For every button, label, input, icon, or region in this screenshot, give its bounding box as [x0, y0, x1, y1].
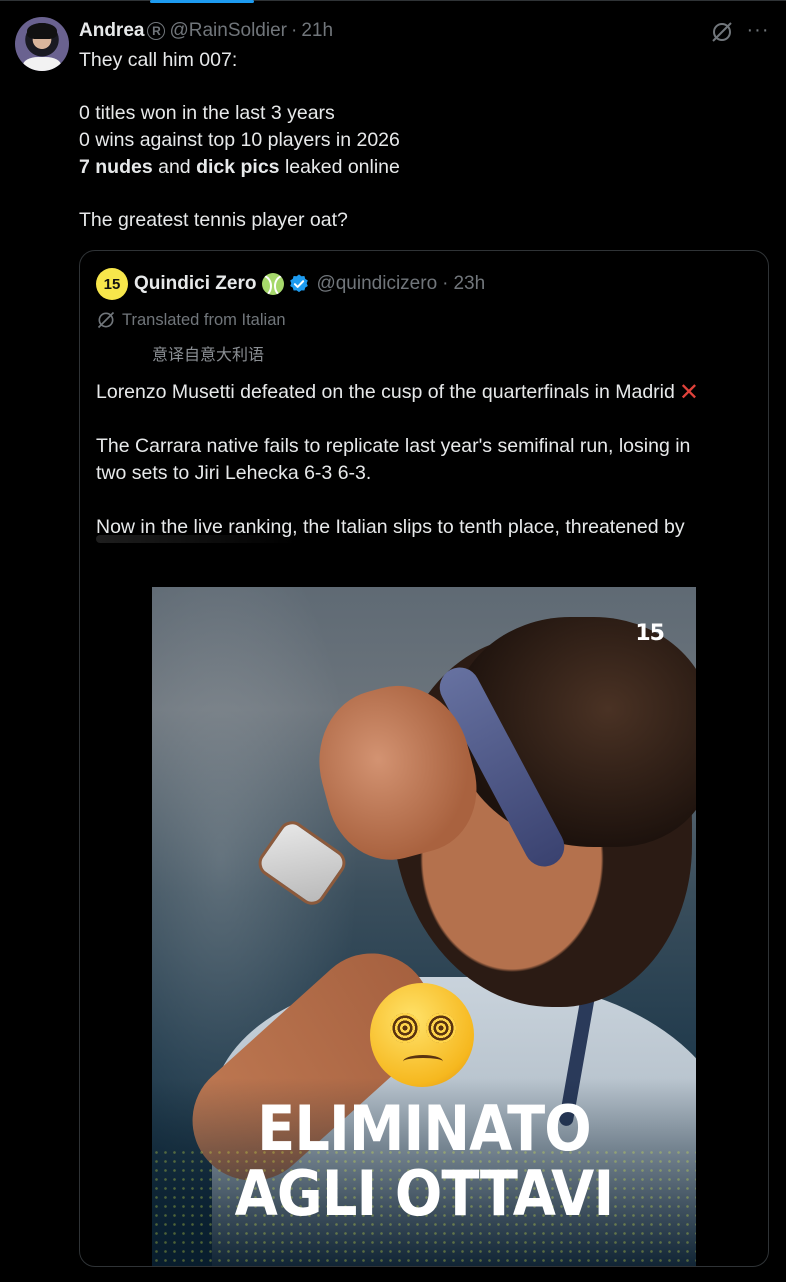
- quoted-line: Lorenzo Musetti defeated on the cusp of …: [96, 379, 756, 407]
- quoted-line: two sets to Jiri Lehecka 6-3 6-3.: [96, 462, 372, 485]
- chinese-translation-text: 意译自意大利语: [152, 345, 265, 364]
- quoted-post-header: 15 Quindici Zero @quindicizero · 23h: [96, 268, 485, 300]
- image-headline-line2: AGLI OTTAVI: [234, 1157, 615, 1230]
- grok-translate-icon: [97, 311, 115, 329]
- more-options-icon[interactable]: ···: [746, 20, 770, 44]
- quindici-zero-logo[interactable]: 15: [96, 268, 128, 300]
- top-divider: [0, 0, 786, 1]
- post-line: 0 wins against top 10 players in 2026: [79, 129, 400, 152]
- avatar[interactable]: [15, 17, 69, 71]
- image-headline-line1: ELIMINATO: [257, 1092, 592, 1165]
- quoted-line-text: Lorenzo Musetti defeated on the cusp of …: [96, 381, 675, 403]
- post-timestamp[interactable]: 21h: [301, 20, 333, 42]
- dizzy-face-emoji-icon: [370, 983, 474, 1087]
- bold-text: 7 nudes: [79, 155, 153, 178]
- quoted-post-image[interactable]: 15 ELIMINATO AGLI OTTAVI: [152, 587, 696, 1266]
- author-handle[interactable]: @RainSoldier: [169, 20, 287, 42]
- emoji-spiral-eye: [426, 1013, 456, 1043]
- quoted-author-handle[interactable]: @quindicizero: [316, 273, 437, 295]
- avatar-shirt: [23, 57, 61, 71]
- translated-text: Translated from Italian: [122, 310, 286, 329]
- avatar-hair: [27, 23, 57, 39]
- quoted-timestamp[interactable]: 23h: [453, 273, 485, 295]
- post-line: 7 nudes and dick pics leaked online: [79, 154, 759, 181]
- post-line: The greatest tennis player oat?: [79, 209, 348, 232]
- emoji-spiral-eye: [390, 1013, 420, 1043]
- plain-text: leaked online: [279, 155, 400, 178]
- quoted-author-name[interactable]: Quindici Zero: [134, 273, 256, 295]
- post-line: They call him 007:: [79, 49, 238, 71]
- registered-badge-icon: R: [147, 22, 166, 40]
- quoted-post-card[interactable]: 15 Quindici Zero @quindicizero · 23h Tra…: [79, 250, 769, 1267]
- quoted-post-text: Lorenzo Musetti defeated on the cusp of …: [96, 379, 756, 540]
- separator-dot: ·: [442, 273, 449, 294]
- post-line: 0 titles won in the last 3 years: [79, 102, 335, 125]
- translated-label[interactable]: Translated from Italian: [96, 310, 286, 330]
- tennis-ball-icon: [262, 273, 285, 295]
- post-header: Andrea R @RainSoldier · 21h: [79, 19, 333, 43]
- truncated-text-fade: [96, 535, 296, 543]
- grok-icon[interactable]: [710, 20, 734, 44]
- image-logo: 15: [635, 621, 665, 646]
- cross-mark-icon: ✕: [678, 379, 699, 406]
- verified-badge-icon: [290, 274, 309, 293]
- separator-dot: ·: [290, 20, 298, 41]
- plain-text: and: [152, 155, 197, 178]
- author-name[interactable]: Andrea: [79, 20, 144, 42]
- active-tab-indicator: [150, 0, 254, 3]
- emoji-mouth: [403, 1055, 443, 1068]
- post-body: They call him 007: 0 titles won in the l…: [79, 47, 759, 234]
- quoted-line: The Carrara native fails to replicate la…: [96, 435, 691, 458]
- bold-text: dick pics: [196, 155, 280, 178]
